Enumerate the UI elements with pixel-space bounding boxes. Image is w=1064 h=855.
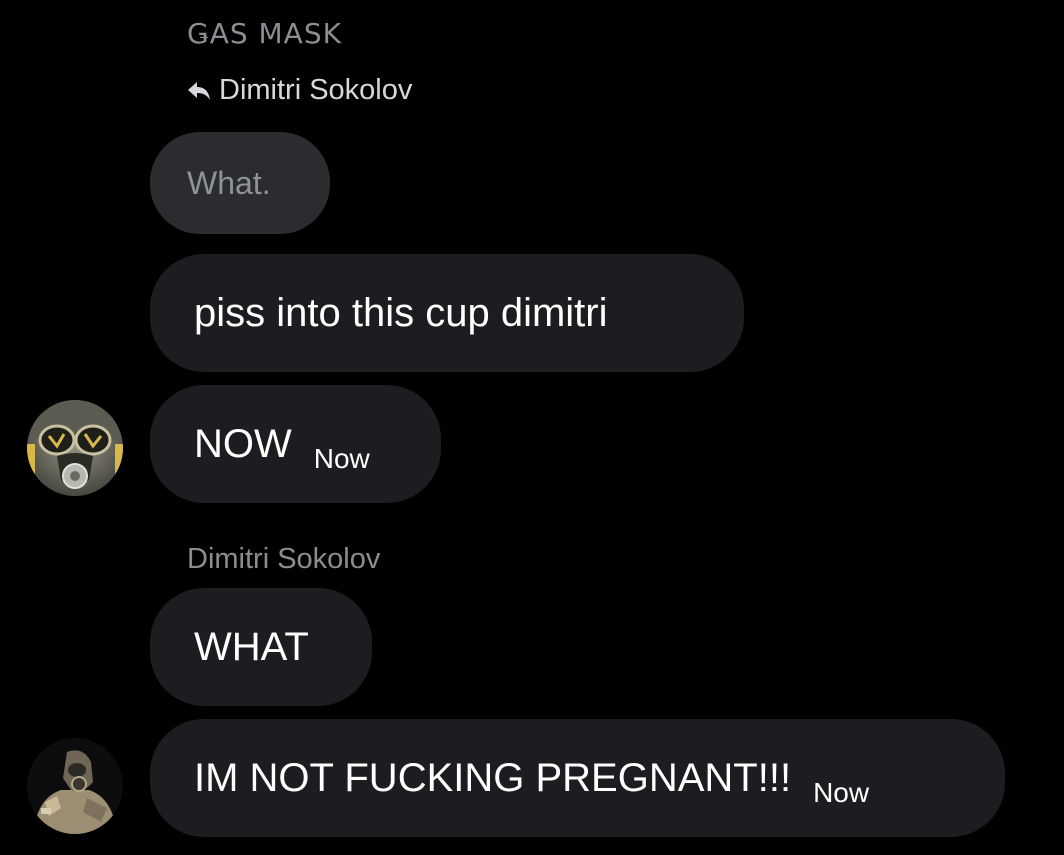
- message-bubble[interactable]: piss into this cup dimitri: [150, 254, 744, 372]
- message-text: IM NOT FUCKING PREGNANT!!!: [194, 755, 792, 800]
- reply-to-name: Dimitri Sokolov: [219, 74, 413, 106]
- message-text: WHAT: [194, 624, 309, 669]
- reply-indicator[interactable]: Dimitri Sokolov: [187, 74, 412, 107]
- hazmat-figure-avatar[interactable]: [27, 738, 123, 834]
- message-timestamp: Now: [313, 443, 370, 474]
- message-bubble[interactable]: IM NOT FUCKING PREGNANT!!! Now: [150, 719, 1005, 837]
- sender-name: ǤAS MASK: [187, 17, 342, 50]
- gas-mask-avatar[interactable]: [27, 400, 123, 496]
- message-text: piss into this cup dimitri: [194, 290, 608, 335]
- quoted-message-text: What.: [187, 164, 271, 201]
- message-bubble[interactable]: NOW Now: [150, 385, 441, 503]
- message-text: NOW: [194, 421, 292, 466]
- reply-arrow-icon: [187, 80, 211, 102]
- sender-name: Dimitri Sokolov: [187, 543, 381, 575]
- quoted-message-bubble[interactable]: What.: [150, 132, 330, 234]
- message-timestamp: Now: [813, 777, 870, 808]
- message-bubble[interactable]: WHAT: [150, 588, 372, 706]
